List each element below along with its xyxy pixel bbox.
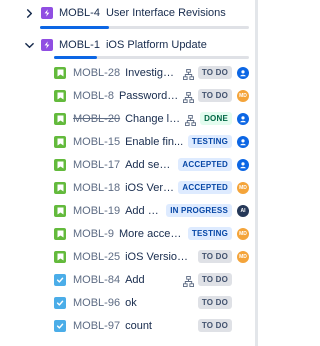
issue-key[interactable]: MOBL-18 (73, 182, 120, 194)
status-lozenge[interactable]: TO DO (197, 319, 232, 332)
issue-summary[interactable]: iOS Versi... (125, 182, 174, 194)
issue-summary[interactable]: iOS Version ... (125, 251, 194, 263)
avatar-initials: MD (239, 253, 247, 260)
epic-key[interactable]: MOBL-4 (59, 7, 100, 19)
epic-progress-bar (54, 56, 249, 59)
issue-key[interactable]: MOBL-9 (73, 228, 114, 240)
avatar-initials: MD (239, 184, 247, 191)
task-checkbox-icon (54, 319, 66, 332)
epic-row-mobl-4[interactable]: MOBL-4 User Interface Revisions (0, 5, 255, 21)
story-bookmark-icon (54, 250, 66, 263)
assignee-avatar[interactable] (237, 158, 249, 171)
assignee-avatar[interactable] (237, 112, 249, 125)
epic-progress-bar (40, 26, 249, 29)
issue-summary[interactable]: Change lo... (125, 113, 182, 125)
assignee-avatar[interactable]: AI (237, 204, 249, 217)
assignee-avatar[interactable]: MD (237, 181, 249, 194)
story-bookmark-icon (54, 89, 66, 102)
issue-key[interactable]: MOBL-15 (73, 136, 120, 148)
issue-key[interactable]: MOBL-97 (73, 320, 120, 332)
issue-key[interactable]: MOBL-20 (73, 113, 120, 125)
child-issues-icon (185, 113, 197, 126)
issue-summary[interactable]: count (125, 320, 194, 332)
avatar-initials: MD (239, 92, 247, 99)
epic-key[interactable]: MOBL-1 (59, 39, 100, 51)
child-issue-row[interactable]: MOBL-97 count TO DO (0, 315, 255, 336)
avatar-initials: AI (240, 207, 246, 214)
status-lozenge[interactable]: TESTING (187, 135, 232, 148)
issue-summary[interactable]: Add (125, 274, 180, 286)
child-issue-row[interactable]: MOBL-25 iOS Version ... TO DO MD (0, 246, 255, 267)
task-checkbox-icon (54, 273, 66, 286)
issue-summary[interactable]: Password s... (119, 90, 180, 102)
issue-summary[interactable]: ok (125, 297, 194, 309)
epic-lightning-icon (41, 7, 53, 19)
epic-title[interactable]: User Interface Revisions (106, 7, 226, 19)
story-bookmark-icon (54, 158, 66, 171)
child-issues-icon (182, 67, 194, 80)
chevron-down-icon[interactable] (22, 38, 36, 52)
assignee-avatar[interactable]: MD (237, 227, 249, 240)
child-issues-icon (182, 274, 194, 287)
story-bookmark-icon (54, 112, 66, 125)
status-lozenge[interactable]: TO DO (197, 89, 232, 102)
assignee-avatar[interactable] (237, 66, 249, 79)
status-lozenge[interactable]: TO DO (197, 66, 232, 79)
issue-key[interactable]: MOBL-96 (73, 297, 120, 309)
status-lozenge[interactable]: IN PROGRESS (166, 204, 232, 217)
epic-row-mobl-1[interactable]: MOBL-1 iOS Platform Update (0, 37, 255, 53)
epic-progress-done (54, 56, 97, 59)
assignee-avatar[interactable]: MD (237, 89, 249, 102)
assignee-avatar[interactable]: MD (237, 250, 249, 263)
status-lozenge[interactable]: ACCEPTED (178, 181, 232, 194)
issue-key[interactable]: MOBL-19 (73, 205, 120, 217)
child-issue-row[interactable]: MOBL-19 Add B... IN PROGRESS AI (0, 200, 255, 221)
issue-key[interactable]: MOBL-17 (73, 159, 120, 171)
epic-lightning-icon (41, 39, 53, 51)
status-lozenge[interactable]: TO DO (197, 250, 232, 263)
child-issue-row[interactable]: MOBL-8 Password s... TO DO MD (0, 85, 255, 106)
issue-key[interactable]: MOBL-25 (73, 251, 120, 263)
story-bookmark-icon (54, 135, 66, 148)
child-issue-row[interactable]: MOBL-28 Investigating the... TO DO (0, 62, 255, 83)
scrollbar[interactable] (255, 0, 258, 346)
story-bookmark-icon (54, 204, 66, 217)
status-lozenge[interactable]: TO DO (197, 296, 232, 309)
status-lozenge[interactable]: TO DO (197, 273, 232, 286)
issue-key[interactable]: MOBL-28 (73, 67, 120, 79)
child-issue-row[interactable]: MOBL-84 Add TO DO (0, 269, 255, 290)
story-bookmark-icon (54, 181, 66, 194)
child-issue-row[interactable]: MOBL-15 Enable fin... TESTING (0, 131, 255, 152)
assignee-avatar[interactable] (237, 135, 249, 148)
issue-summary[interactable]: Add secu... (125, 159, 174, 171)
issue-summary[interactable]: Investigating the... (125, 67, 180, 79)
issue-key[interactable]: MOBL-84 (73, 274, 120, 286)
epic-title[interactable]: iOS Platform Update (106, 39, 207, 51)
issue-summary[interactable]: Enable fin... (125, 136, 184, 148)
child-issue-row[interactable]: MOBL-9 More acces... TESTING MD (0, 223, 255, 244)
issue-summary[interactable]: Add B... (125, 205, 162, 217)
task-checkbox-icon (54, 296, 66, 309)
issue-key[interactable]: MOBL-8 (73, 90, 114, 102)
issue-summary[interactable]: More acces... (119, 228, 184, 240)
status-lozenge[interactable]: TESTING (187, 227, 232, 240)
story-bookmark-icon (54, 227, 66, 240)
epic-progress-done (40, 26, 109, 29)
status-lozenge[interactable]: ACCEPTED (178, 158, 232, 171)
child-issues-icon (182, 90, 194, 103)
child-issue-row[interactable]: MOBL-96 ok TO DO (0, 292, 255, 313)
chevron-right-icon[interactable] (22, 6, 36, 20)
story-bookmark-icon (54, 66, 66, 79)
child-issue-row[interactable]: MOBL-20 Change lo... DONE (0, 108, 255, 129)
status-lozenge[interactable]: DONE (200, 112, 232, 125)
child-issue-row[interactable]: MOBL-18 iOS Versi... ACCEPTED MD (0, 177, 255, 198)
avatar-initials: MD (239, 230, 247, 237)
child-issue-row[interactable]: MOBL-17 Add secu... ACCEPTED (0, 154, 255, 175)
